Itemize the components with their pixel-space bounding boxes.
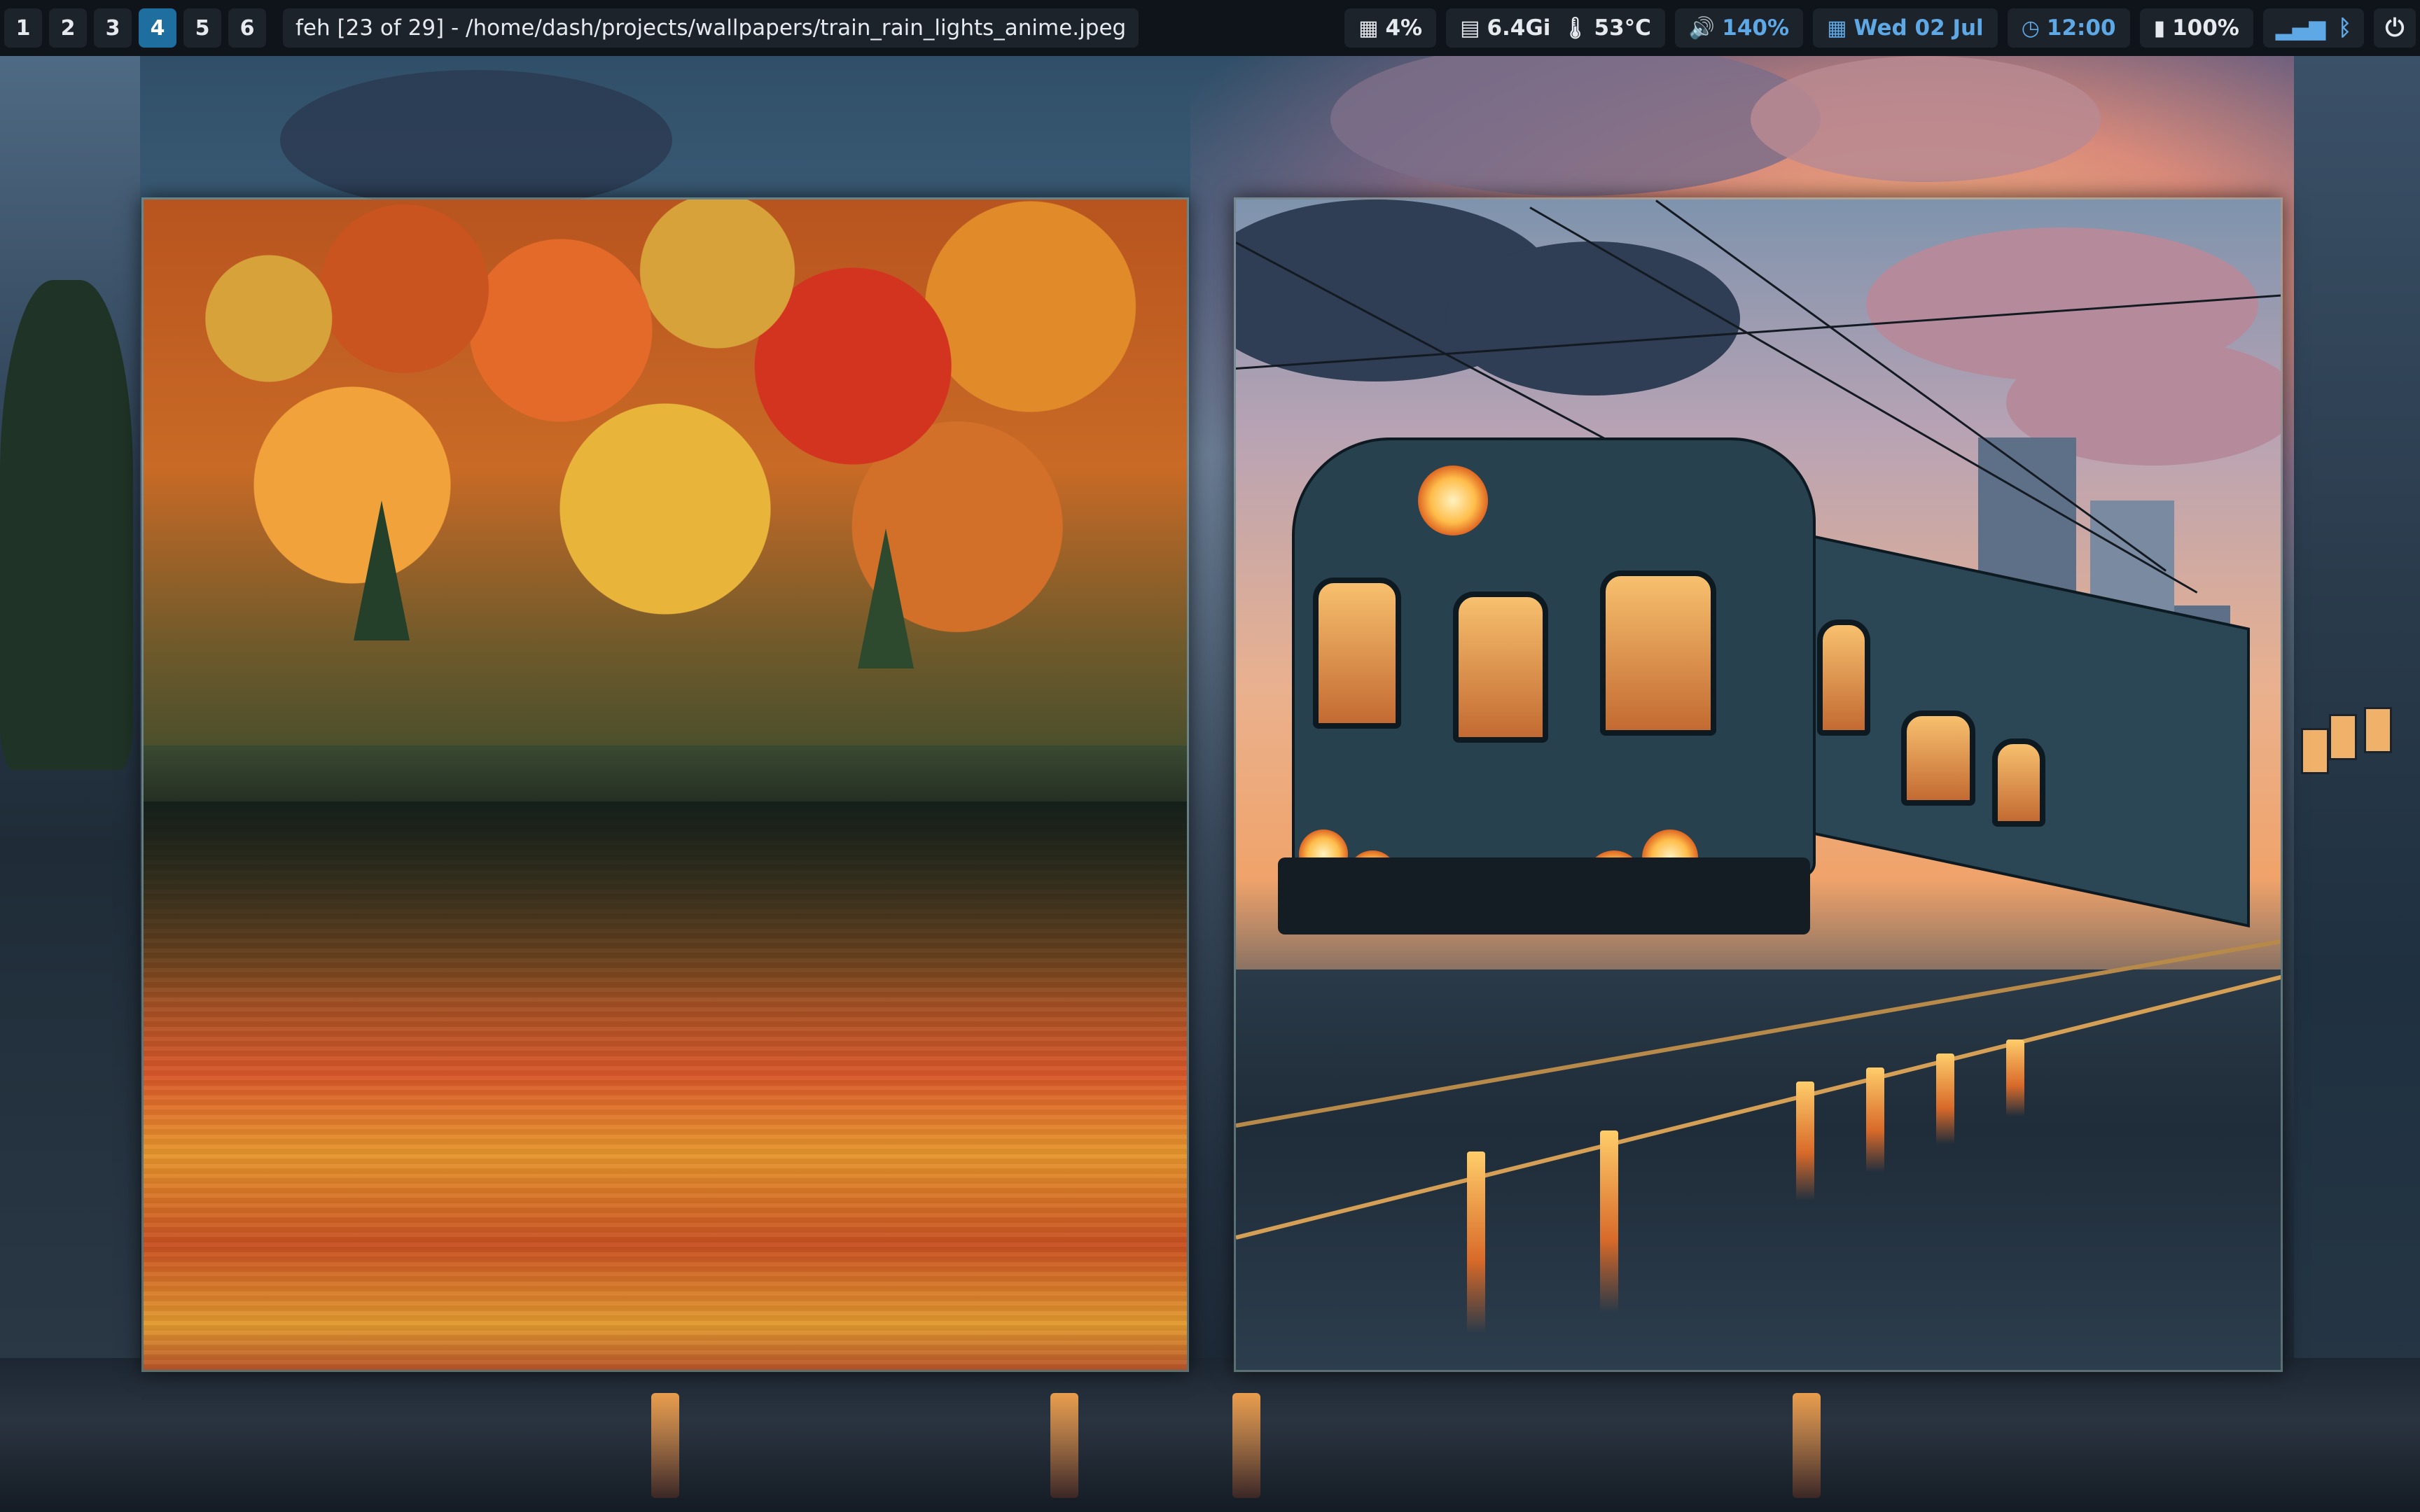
train-door-window bbox=[1453, 592, 1548, 743]
wallpaper-building-window bbox=[2329, 714, 2357, 760]
image-viewer-window-train[interactable] bbox=[1234, 197, 2283, 1372]
light-reflection bbox=[1936, 1054, 1954, 1144]
storm-cloud bbox=[1446, 241, 1740, 396]
light-reflection bbox=[1866, 1068, 1884, 1172]
wallpaper-right-strip bbox=[2294, 56, 2420, 1372]
cpu-widget[interactable]: ▦ 4% bbox=[1344, 8, 1437, 48]
wallpaper-ground bbox=[0, 1358, 2420, 1512]
lake-reflection bbox=[144, 802, 1187, 1370]
thermometer-icon: 🌡 bbox=[1562, 15, 1589, 41]
date-widget[interactable]: ▦ Wed 02 Jul bbox=[1813, 8, 1998, 48]
cpu-value: 4% bbox=[1385, 15, 1423, 41]
power-icon: ⏻ bbox=[2385, 14, 2405, 42]
clock-icon: ◷ bbox=[2021, 15, 2040, 41]
wallpaper-cloud bbox=[1330, 42, 1821, 196]
bluetooth-icon[interactable]: ᛒ bbox=[2338, 15, 2351, 41]
lake-shore bbox=[144, 746, 1187, 808]
speaker-icon: 🔊 bbox=[1688, 15, 1716, 41]
light-reflection bbox=[1796, 1082, 1814, 1200]
volume-widget[interactable]: 🔊 140% bbox=[1674, 8, 1804, 48]
calendar-icon: ▦ bbox=[1827, 15, 1847, 41]
time-value: 12:00 bbox=[2046, 15, 2116, 41]
temperature-value: 53°C bbox=[1594, 15, 1651, 41]
wallpaper-building-window bbox=[2301, 728, 2329, 774]
memory-icon: ▤ bbox=[1460, 15, 1480, 41]
wallpaper-cloud bbox=[280, 70, 672, 210]
workspace-5-button[interactable]: 5 bbox=[183, 8, 221, 48]
light-reflection bbox=[1600, 1130, 1618, 1312]
train-side-window bbox=[1901, 710, 1975, 806]
battery-widget[interactable]: ▮ 100% bbox=[2139, 8, 2253, 48]
cpu-icon: ▦ bbox=[1358, 15, 1379, 41]
wallpaper-light-reflection bbox=[651, 1393, 679, 1498]
train-cab-window bbox=[1313, 578, 1401, 729]
signal-icon[interactable]: ▂▄▆ bbox=[2276, 15, 2326, 41]
wallpaper-light-reflection bbox=[1793, 1393, 1821, 1498]
train-side-window bbox=[1817, 620, 1870, 736]
status-area: ▦ 4% ▤ 6.4Gi 🌡 53°C 🔊 140% ▦ Wed 02 Jul … bbox=[1335, 8, 2420, 48]
train-cab-window bbox=[1600, 570, 1716, 736]
wallpaper-building-window bbox=[2364, 707, 2392, 753]
pine-tree bbox=[858, 528, 914, 668]
system-tray: ▂▄▆ ᛒ bbox=[2262, 8, 2364, 48]
volume-value: 140% bbox=[1722, 15, 1790, 41]
train-side-window bbox=[1992, 738, 2045, 827]
train-undercarriage bbox=[1278, 858, 1810, 934]
clock-widget[interactable]: ◷ 12:00 bbox=[2007, 8, 2130, 48]
light-reflection bbox=[1467, 1152, 1485, 1334]
workspace-1-button[interactable]: 1 bbox=[4, 8, 42, 48]
workspace-2-button[interactable]: 2 bbox=[49, 8, 87, 48]
battery-icon: ▮ bbox=[2153, 15, 2166, 41]
wallpaper-tree bbox=[0, 280, 133, 770]
top-bar: 1 2 3 4 5 6 feh [23 of 29] - /home/dash/… bbox=[0, 0, 2420, 56]
image-viewer-window-autumn[interactable] bbox=[141, 197, 1189, 1372]
workspace-6-button[interactable]: 6 bbox=[228, 8, 266, 48]
train-headlight bbox=[1418, 465, 1488, 536]
workspace-4-button[interactable]: 4 bbox=[139, 8, 176, 48]
workspace-3-button[interactable]: 3 bbox=[94, 8, 132, 48]
window-title: feh [23 of 29] - /home/dash/projects/wal… bbox=[283, 8, 1139, 48]
light-reflection bbox=[2006, 1040, 2024, 1116]
memory-value: 6.4Gi bbox=[1487, 15, 1551, 41]
wet-platform bbox=[1236, 969, 2281, 1370]
wallpaper-light-reflection bbox=[1232, 1393, 1260, 1498]
date-value: Wed 02 Jul bbox=[1854, 15, 1984, 41]
wallpaper-light-reflection bbox=[1050, 1393, 1078, 1498]
pine-tree bbox=[354, 500, 410, 640]
memory-temperature-widget[interactable]: ▤ 6.4Gi 🌡 53°C bbox=[1446, 8, 1665, 48]
power-button[interactable]: ⏻ bbox=[2374, 8, 2416, 48]
wallpaper-cloud bbox=[1751, 56, 2101, 182]
battery-value: 100% bbox=[2172, 15, 2239, 41]
autumn-trees-image bbox=[144, 200, 1187, 794]
